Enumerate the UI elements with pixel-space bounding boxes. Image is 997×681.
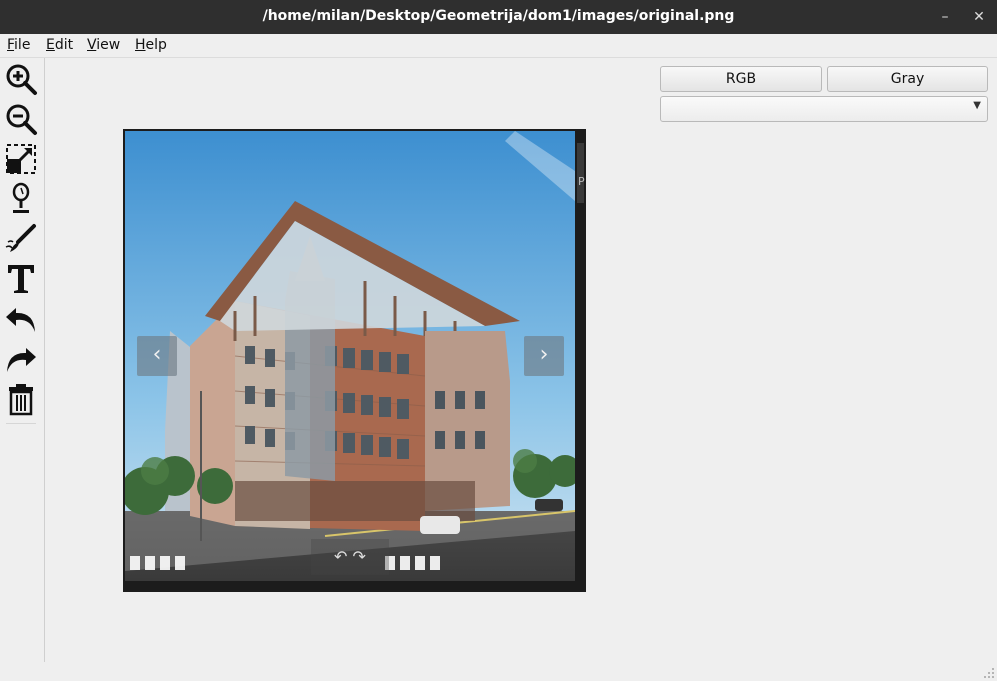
text-icon[interactable] bbox=[4, 262, 38, 296]
prev-arrow-icon: ‹ bbox=[137, 336, 177, 376]
rgb-button[interactable]: RGB bbox=[660, 66, 822, 92]
menu-help[interactable]: Help bbox=[135, 37, 167, 53]
image-canvas[interactable]: P ‹ › ↶ ↷ bbox=[123, 129, 586, 592]
close-button[interactable]: ✕ bbox=[970, 8, 988, 26]
menu-bar: File Edit View Help bbox=[0, 34, 997, 58]
tool-bar bbox=[0, 58, 45, 662]
redo-icon[interactable] bbox=[4, 342, 38, 376]
menu-view[interactable]: View bbox=[87, 37, 120, 53]
brush-icon[interactable] bbox=[4, 222, 38, 256]
resize-icon[interactable] bbox=[4, 142, 38, 176]
window-title: /home/milan/Desktop/Geometrija/dom1/imag… bbox=[262, 8, 735, 24]
undo-icon[interactable] bbox=[4, 302, 38, 336]
gray-button[interactable]: Gray bbox=[827, 66, 988, 92]
resize-grip-icon[interactable] bbox=[983, 667, 995, 679]
image-edge-stripe bbox=[577, 143, 584, 203]
zoom-in-icon[interactable] bbox=[4, 62, 38, 96]
magnifier-icon[interactable] bbox=[4, 182, 38, 216]
image-edge-letter: P bbox=[578, 175, 585, 188]
chevron-down-icon: ▼ bbox=[973, 100, 981, 111]
zoom-out-icon[interactable] bbox=[4, 102, 38, 136]
channel-combo[interactable]: ▼ bbox=[660, 96, 988, 122]
toolbar-divider bbox=[6, 423, 36, 424]
title-bar: /home/milan/Desktop/Geometrija/dom1/imag… bbox=[0, 0, 997, 34]
building-photo bbox=[125, 131, 575, 581]
trash-icon[interactable] bbox=[4, 382, 38, 416]
minimize-button[interactable]: – bbox=[936, 8, 954, 26]
next-arrow-icon: › bbox=[524, 336, 564, 376]
rotate-controls-icon: ↶ ↷ bbox=[311, 539, 389, 575]
menu-file[interactable]: File bbox=[7, 37, 30, 53]
menu-edit[interactable]: Edit bbox=[46, 37, 73, 53]
